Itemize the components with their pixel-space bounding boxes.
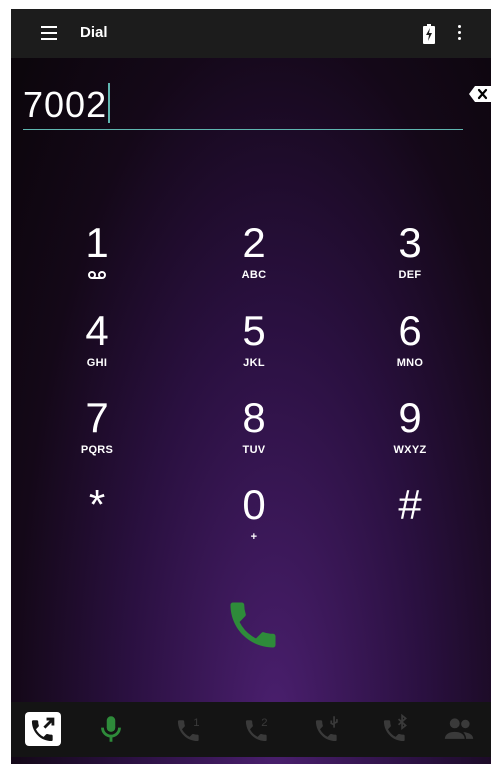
toolbar-title: Dial [80,24,108,41]
microphone-icon [101,716,121,742]
call-transfer-icon [31,717,55,742]
key-hash[interactable]: # [350,483,470,527]
key-4[interactable]: 4 GHI [37,307,157,370]
key-star[interactable]: * [37,483,157,527]
hamburger-menu-icon[interactable] [41,26,57,40]
usb-call-icon [315,716,338,742]
key-3[interactable]: 3 DEF [350,219,470,282]
line2-call-tab: 2 [239,712,275,746]
key-digit: * [88,481,106,528]
key-9[interactable]: 9 WXYZ [350,394,470,457]
backspace-icon[interactable] [469,86,491,102]
call-transfer-tab[interactable] [25,712,61,746]
key-2[interactable]: 2 ABC [194,219,314,282]
key-digit: 7 [85,394,109,441]
key-letters: ABC [241,269,267,281]
key-digit: 4 [85,307,109,354]
key-digit: 0 [242,481,266,528]
key-letters: TUV [242,444,266,456]
key-1[interactable]: 1 [37,221,157,284]
svg-text:1: 1 [193,717,199,729]
key-6[interactable]: 6 MNO [350,307,470,370]
key-digit: 9 [398,394,422,441]
key-letters: DEF [398,269,422,281]
key-digit: 8 [242,394,266,441]
line1-call-icon: 1 [177,717,200,742]
key-letters: + [250,531,258,543]
svg-text:2: 2 [261,717,267,729]
key-5[interactable]: 5 JKL [194,307,314,370]
key-digit: 2 [242,219,266,266]
number-input[interactable]: 7002 [23,77,463,130]
key-letters: PQRS [80,444,114,456]
key-8[interactable]: 8 TUV [194,394,314,457]
text-caret [108,83,111,123]
bluetooth-call-icon [383,713,407,742]
key-digit: # [398,481,422,528]
key-letters: WXYZ [393,444,427,456]
key-0[interactable]: 0 + [194,481,314,544]
usb-call-tab [309,712,345,746]
contacts-icon [444,718,474,739]
line1-call-tab: 1 [171,712,207,746]
top-toolbar: Dial [11,9,491,58]
key-letters: JKL [243,357,265,369]
key-digit: 5 [242,307,266,354]
voicemail-icon [88,271,106,279]
key-digit: 6 [398,307,422,354]
bluetooth-call-tab [377,712,413,746]
key-7[interactable]: 7 PQRS [37,394,157,457]
dialed-number: 7002 [23,84,108,125]
battery-charging-icon [423,24,435,44]
line2-call-icon: 2 [245,717,268,742]
dialer-app: Dial 7002 1 2 ABC 3 DEF 4 GHI 5 JKL 6 MN… [11,9,491,764]
overflow-menu-icon[interactable] [457,25,463,43]
key-digit: 3 [398,219,422,266]
key-letters: GHI [86,357,108,369]
microphone-tab[interactable] [93,712,129,746]
phone-call-icon[interactable] [223,595,283,655]
key-digit: 1 [85,219,109,266]
bottom-action-bar: 1 2 [11,702,491,757]
key-letters: MNO [396,357,424,369]
contacts-tab [441,712,477,746]
